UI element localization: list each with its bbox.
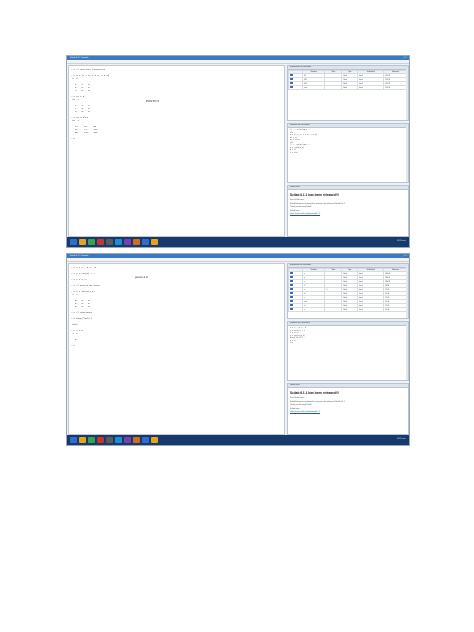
table-cell: local	[357, 307, 385, 313]
table-cell: 216 B	[383, 85, 408, 91]
taskbar-app-icon[interactable]	[79, 239, 86, 245]
taskbar-app-icon[interactable]	[88, 239, 95, 245]
taskbar-app-icon[interactable]	[106, 239, 113, 245]
taskbar-app-icon[interactable]	[151, 239, 158, 245]
taskbar-app-icon[interactable]	[115, 239, 122, 245]
news-link[interactable]: https://www.scilab.org/download/6.1.1	[290, 213, 406, 215]
command-history: Historial de comandos // -- 12/07/2021 -…	[287, 123, 409, 183]
table-row[interactable]: ans Real local 216 B	[288, 85, 408, 91]
scilab-window-2: Scilab 6.1.1 Console _ □ ✕ Archivo Edita…	[66, 253, 410, 446]
table-cell: local	[357, 85, 385, 91]
matrix-icon	[290, 78, 293, 81]
matrix-icon	[290, 296, 293, 299]
matrix-icon	[290, 292, 293, 295]
menu-bar: Archivo Editar Control Aplicaciones ?	[67, 258, 409, 272]
matrix-icon	[290, 86, 293, 89]
variables-table[interactable]: Nombre Valor Tipo Visibilidad Memoria M Real lo…	[288, 69, 408, 91]
matrix-icon	[290, 308, 293, 311]
taskbar-app-icon[interactable]	[115, 437, 122, 443]
console-output[interactable]: --> // Matrices aleatorias --> M = [1 2 …	[69, 66, 284, 142]
news-paragraph: Dear Scilab users,	[290, 199, 305, 201]
table-cell	[324, 307, 343, 313]
console-panel[interactable]: --> // Matrices aleatorias --> M = [1 2 …	[68, 65, 285, 237]
table-cell: 16 B	[383, 307, 408, 313]
matrix-icon	[290, 280, 293, 283]
news-paragraph: Thank you for using Scilab!	[290, 404, 312, 407]
history-list[interactable]: x = 1 : 0.1 : 5 y = sin(x) + 2 z = x.^2 …	[288, 326, 408, 346]
news-paragraph: Thank you for using Scilab!	[290, 206, 312, 209]
news-link[interactable]: https://www.scilab.org/download/6.1.1	[290, 411, 406, 413]
taskbar-app-icon[interactable]	[142, 239, 149, 245]
taskbar-app-icon[interactable]	[97, 437, 104, 443]
taskbar-app-icon[interactable]	[88, 437, 95, 443]
taskbar-app-icon[interactable]	[70, 239, 77, 245]
table-cell	[288, 307, 304, 313]
news-feed: News feed Scilab 6.1.1 has been released…	[287, 185, 409, 237]
matrix-icon	[290, 288, 293, 291]
scilab-window-1: Scilab 6.1.1 Console _ □ ✕ Archivo Edita…	[66, 55, 410, 248]
table-cell: Real	[341, 85, 359, 91]
scrollbar[interactable]	[406, 267, 408, 318]
taskbar-app-icon[interactable]	[97, 239, 104, 245]
history-list[interactable]: // -- 12/07/2021 -- clc M = [1 2 3; 4 5 …	[288, 128, 408, 155]
table-row[interactable]: e Real local 16 B	[288, 307, 408, 313]
news-feed: News feed Scilab 6.1.1 has been released…	[287, 383, 409, 435]
taskbar-clock: 11:15 a.m.	[396, 240, 406, 242]
taskbar-app-icon[interactable]	[70, 437, 77, 443]
punto-label: punto 4.3	[135, 275, 148, 279]
matrix-icon	[290, 276, 293, 279]
console-panel[interactable]: --> x = 1 : 0.1 : 5 --> y = sin(x) + 2 -…	[68, 263, 285, 435]
menu-bar: Archivo Editar Control Aplicaciones ?	[67, 60, 409, 74]
punto-label: PUNTO 3	[146, 99, 159, 103]
variable-browser: Explorador de variables Nombre Valor Tipo V…	[287, 263, 409, 319]
scrollbar[interactable]	[406, 69, 408, 120]
taskbar-clock: 11:15 a.m.	[396, 438, 406, 440]
matrix-icon	[290, 304, 293, 307]
news-paragraph: Scilab team	[290, 209, 300, 212]
table-cell	[288, 85, 304, 91]
matrix-icon	[290, 74, 293, 77]
matrix-icon	[290, 300, 293, 303]
news-paragraph: Scilab Enterprises is pleased to announc…	[290, 400, 346, 403]
news-title: Scilab 6.1.1 has been released!!!	[290, 391, 340, 395]
taskbar-app-icon[interactable]	[142, 437, 149, 443]
table-cell: e	[302, 307, 326, 313]
table-cell: Real	[341, 307, 359, 313]
command-history: Historial de comandos x = 1 : 0.1 : 5 y …	[287, 321, 409, 381]
taskbar-app-icon[interactable]	[151, 437, 158, 443]
taskbar-app-icon[interactable]	[106, 437, 113, 443]
matrix-icon	[290, 82, 293, 85]
news-paragraph: Scilab team	[290, 407, 300, 410]
taskbar-app-icon[interactable]	[124, 437, 131, 443]
taskbar-app-icon[interactable]	[79, 437, 86, 443]
news-paragraph: Scilab Enterprises is pleased to announc…	[290, 202, 346, 205]
variables-table[interactable]: Nombre Valor Tipo Visibilidad Memoria x Real lo…	[288, 267, 408, 313]
table-cell: ans	[302, 85, 326, 91]
variable-browser: Explorador de variables Nombre Valor Tipo V…	[287, 65, 409, 121]
matrix-icon	[290, 284, 293, 287]
scrollbar[interactable]	[406, 325, 408, 380]
windows-taskbar: 11:15 a.m.	[67, 435, 409, 445]
matrix-icon	[290, 272, 293, 275]
windows-taskbar: 11:15 a.m.	[67, 237, 409, 247]
taskbar-app-icon[interactable]	[133, 239, 140, 245]
news-title: Scilab 6.1.1 has been released!!!	[290, 193, 340, 197]
table-cell	[324, 85, 343, 91]
news-paragraph: Dear Scilab users,	[290, 397, 305, 399]
taskbar-app-icon[interactable]	[124, 239, 131, 245]
taskbar-app-icon[interactable]	[133, 437, 140, 443]
scrollbar[interactable]	[406, 127, 408, 182]
console-output[interactable]: --> x = 1 : 0.1 : 5 --> y = sin(x) + 2 -…	[69, 264, 284, 349]
